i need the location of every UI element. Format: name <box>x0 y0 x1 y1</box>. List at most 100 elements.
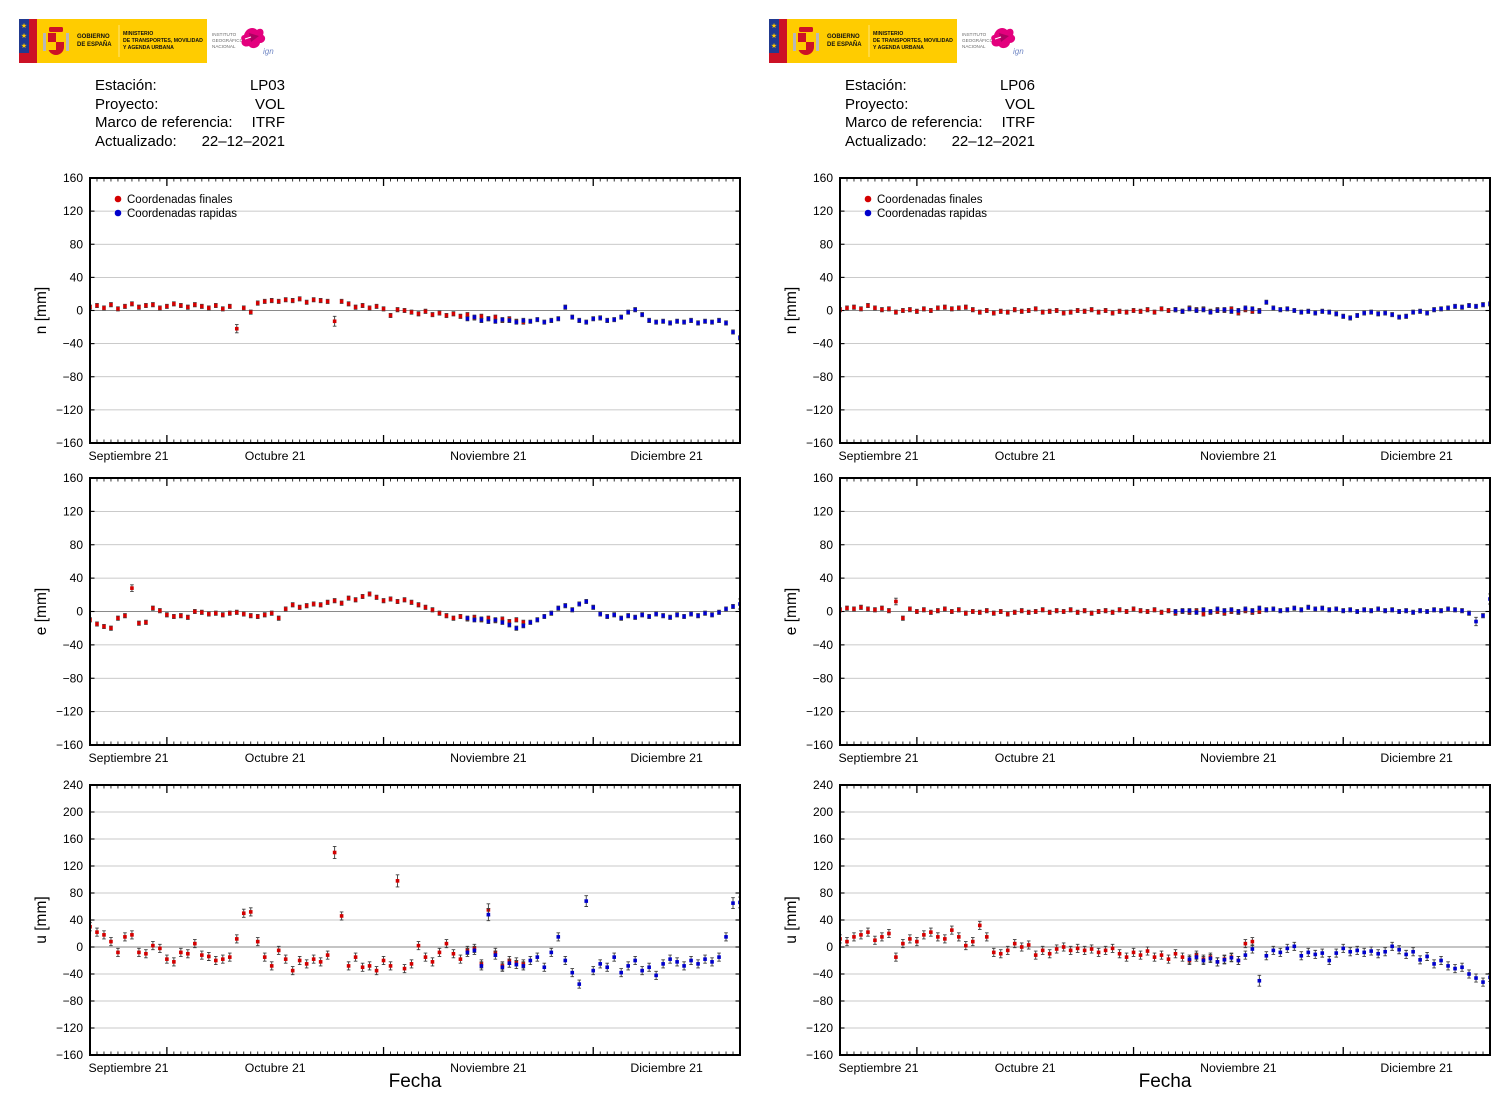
svg-text:−40: −40 <box>63 638 84 652</box>
x-tick-label: Diciembre 21 <box>630 449 703 463</box>
svg-text:0: 0 <box>76 605 83 619</box>
x-tick-label: Septiembre 21 <box>838 751 918 765</box>
svg-text:−160: −160 <box>56 738 83 752</box>
x-tick-label: Septiembre 21 <box>88 751 168 765</box>
x-tick-label: Diciembre 21 <box>1380 751 1453 765</box>
chart-panel-lp06-e: −160 −120 −80 −40 0 40 80 120 160 Septiembre 21 Oc… <box>783 471 1491 765</box>
station-column-lp06: ★ ★ ★ GOBIERNO DE ESPAÑA MINISTERIO DE T… <box>750 0 1502 1093</box>
svg-text:−40: −40 <box>813 638 834 652</box>
svg-text:120: 120 <box>813 859 833 873</box>
x-tick-label: Octubre 21 <box>245 1061 306 1075</box>
series-finales <box>89 296 526 334</box>
x-tick-label: Septiembre 21 <box>88 449 168 463</box>
svg-text:0: 0 <box>826 940 833 954</box>
x-tick-label: Octubre 21 <box>995 751 1056 765</box>
x-axis-title: Fecha <box>1139 1071 1192 1092</box>
svg-text:−120: −120 <box>56 705 83 719</box>
svg-text:120: 120 <box>813 504 833 518</box>
svg-text:0: 0 <box>76 940 83 954</box>
svg-text:120: 120 <box>813 204 833 218</box>
series-finales <box>89 584 526 631</box>
station-column-lp03: ★ ★ ★ GOBIERNO DE ESPAÑA MINISTERIO DE T… <box>0 0 752 1093</box>
svg-text:80: 80 <box>70 538 84 552</box>
charts-lp06: −160 −120 −80 −40 0 40 80 120 160 Septiembre 21 Oc… <box>783 171 1491 1092</box>
series-rapidas <box>1173 593 1491 627</box>
svg-text:40: 40 <box>820 571 834 585</box>
svg-text:−80: −80 <box>63 671 84 685</box>
legend-marker-icon <box>864 195 872 203</box>
svg-text:240: 240 <box>63 778 83 792</box>
svg-text:−120: −120 <box>56 403 83 417</box>
svg-text:−160: −160 <box>806 1048 833 1062</box>
x-tick-label: Septiembre 21 <box>838 1061 918 1075</box>
legend-label: Coordenadas finales <box>127 194 233 206</box>
x-tick-label: Diciembre 21 <box>630 1061 703 1075</box>
svg-text:0: 0 <box>826 304 833 318</box>
svg-text:80: 80 <box>820 886 834 900</box>
svg-text:160: 160 <box>63 171 83 185</box>
x-tick-label: Octubre 21 <box>245 751 306 765</box>
svg-text:−160: −160 <box>56 436 83 450</box>
svg-text:−120: −120 <box>806 1021 833 1035</box>
svg-text:−160: −160 <box>56 1048 83 1062</box>
legend-marker-icon <box>114 209 122 217</box>
svg-text:120: 120 <box>63 204 83 218</box>
legend: Coordenadas finales Coordenadas rapidas <box>864 194 987 220</box>
legend: Coordenadas finales Coordenadas rapidas <box>114 194 237 220</box>
svg-text:40: 40 <box>70 571 84 585</box>
series-group <box>89 845 741 989</box>
legend-marker-icon <box>864 209 872 217</box>
svg-text:−80: −80 <box>63 370 84 384</box>
svg-text:−40: −40 <box>63 967 84 981</box>
svg-text:160: 160 <box>813 471 833 485</box>
charts-lp03: −160 −120 −80 −40 0 40 80 120 160 Septiembre 21 Oc… <box>33 171 741 1092</box>
svg-text:160: 160 <box>63 471 83 485</box>
svg-text:−160: −160 <box>806 436 833 450</box>
svg-text:160: 160 <box>813 832 833 846</box>
chart-panel-lp06-u: −160 −120 −80 −40 0 40 80 120 160 200 240 Septiembr… <box>783 778 1491 1092</box>
series-finales <box>839 597 1262 621</box>
chart-panel-lp03-e: −160 −120 −80 −40 0 40 80 120 160 Septiembre 21 Oc… <box>33 471 741 765</box>
y-axis-title: e [mm] <box>33 588 50 635</box>
svg-text:−40: −40 <box>813 337 834 351</box>
y-axis-title: n [mm] <box>33 287 50 334</box>
legend-label: Coordenadas rapidas <box>127 208 237 220</box>
x-tick-label: Noviembre 21 <box>450 449 527 463</box>
svg-text:240: 240 <box>813 778 833 792</box>
y-axis-title: u [mm] <box>33 896 50 943</box>
x-tick-label: Diciembre 21 <box>630 751 703 765</box>
x-tick-label: Diciembre 21 <box>1380 449 1453 463</box>
chart-panel-lp03-u: −160 −120 −80 −40 0 40 80 120 160 200 240 Septiembr… <box>33 778 741 1092</box>
svg-text:−120: −120 <box>806 403 833 417</box>
svg-text:80: 80 <box>70 237 84 251</box>
series-group <box>839 920 1491 987</box>
series-group <box>89 584 741 631</box>
legend-marker-icon <box>114 195 122 203</box>
svg-text:40: 40 <box>820 913 834 927</box>
svg-text:40: 40 <box>820 270 834 284</box>
x-tick-label: Noviembre 21 <box>1200 751 1277 765</box>
svg-text:0: 0 <box>76 304 83 318</box>
svg-text:−120: −120 <box>806 705 833 719</box>
x-tick-label: Noviembre 21 <box>450 1061 527 1075</box>
x-tick-label: Noviembre 21 <box>1200 449 1277 463</box>
series-rapidas <box>1187 941 1491 987</box>
svg-text:80: 80 <box>820 237 834 251</box>
svg-text:−160: −160 <box>806 738 833 752</box>
svg-text:−80: −80 <box>63 994 84 1008</box>
svg-text:−120: −120 <box>56 1021 83 1035</box>
svg-text:200: 200 <box>813 805 833 819</box>
x-axis-title: Fecha <box>389 1071 442 1092</box>
svg-text:160: 160 <box>63 832 83 846</box>
series-group <box>839 593 1491 627</box>
svg-text:40: 40 <box>70 913 84 927</box>
y-axis-title: e [mm] <box>783 588 800 635</box>
x-tick-label: Noviembre 21 <box>450 751 527 765</box>
x-tick-label: Octubre 21 <box>245 449 306 463</box>
svg-text:−40: −40 <box>813 967 834 981</box>
svg-text:40: 40 <box>70 270 84 284</box>
svg-text:200: 200 <box>63 805 83 819</box>
svg-text:−40: −40 <box>63 337 84 351</box>
x-tick-label: Septiembre 21 <box>838 449 918 463</box>
y-axis-title: n [mm] <box>783 287 800 334</box>
